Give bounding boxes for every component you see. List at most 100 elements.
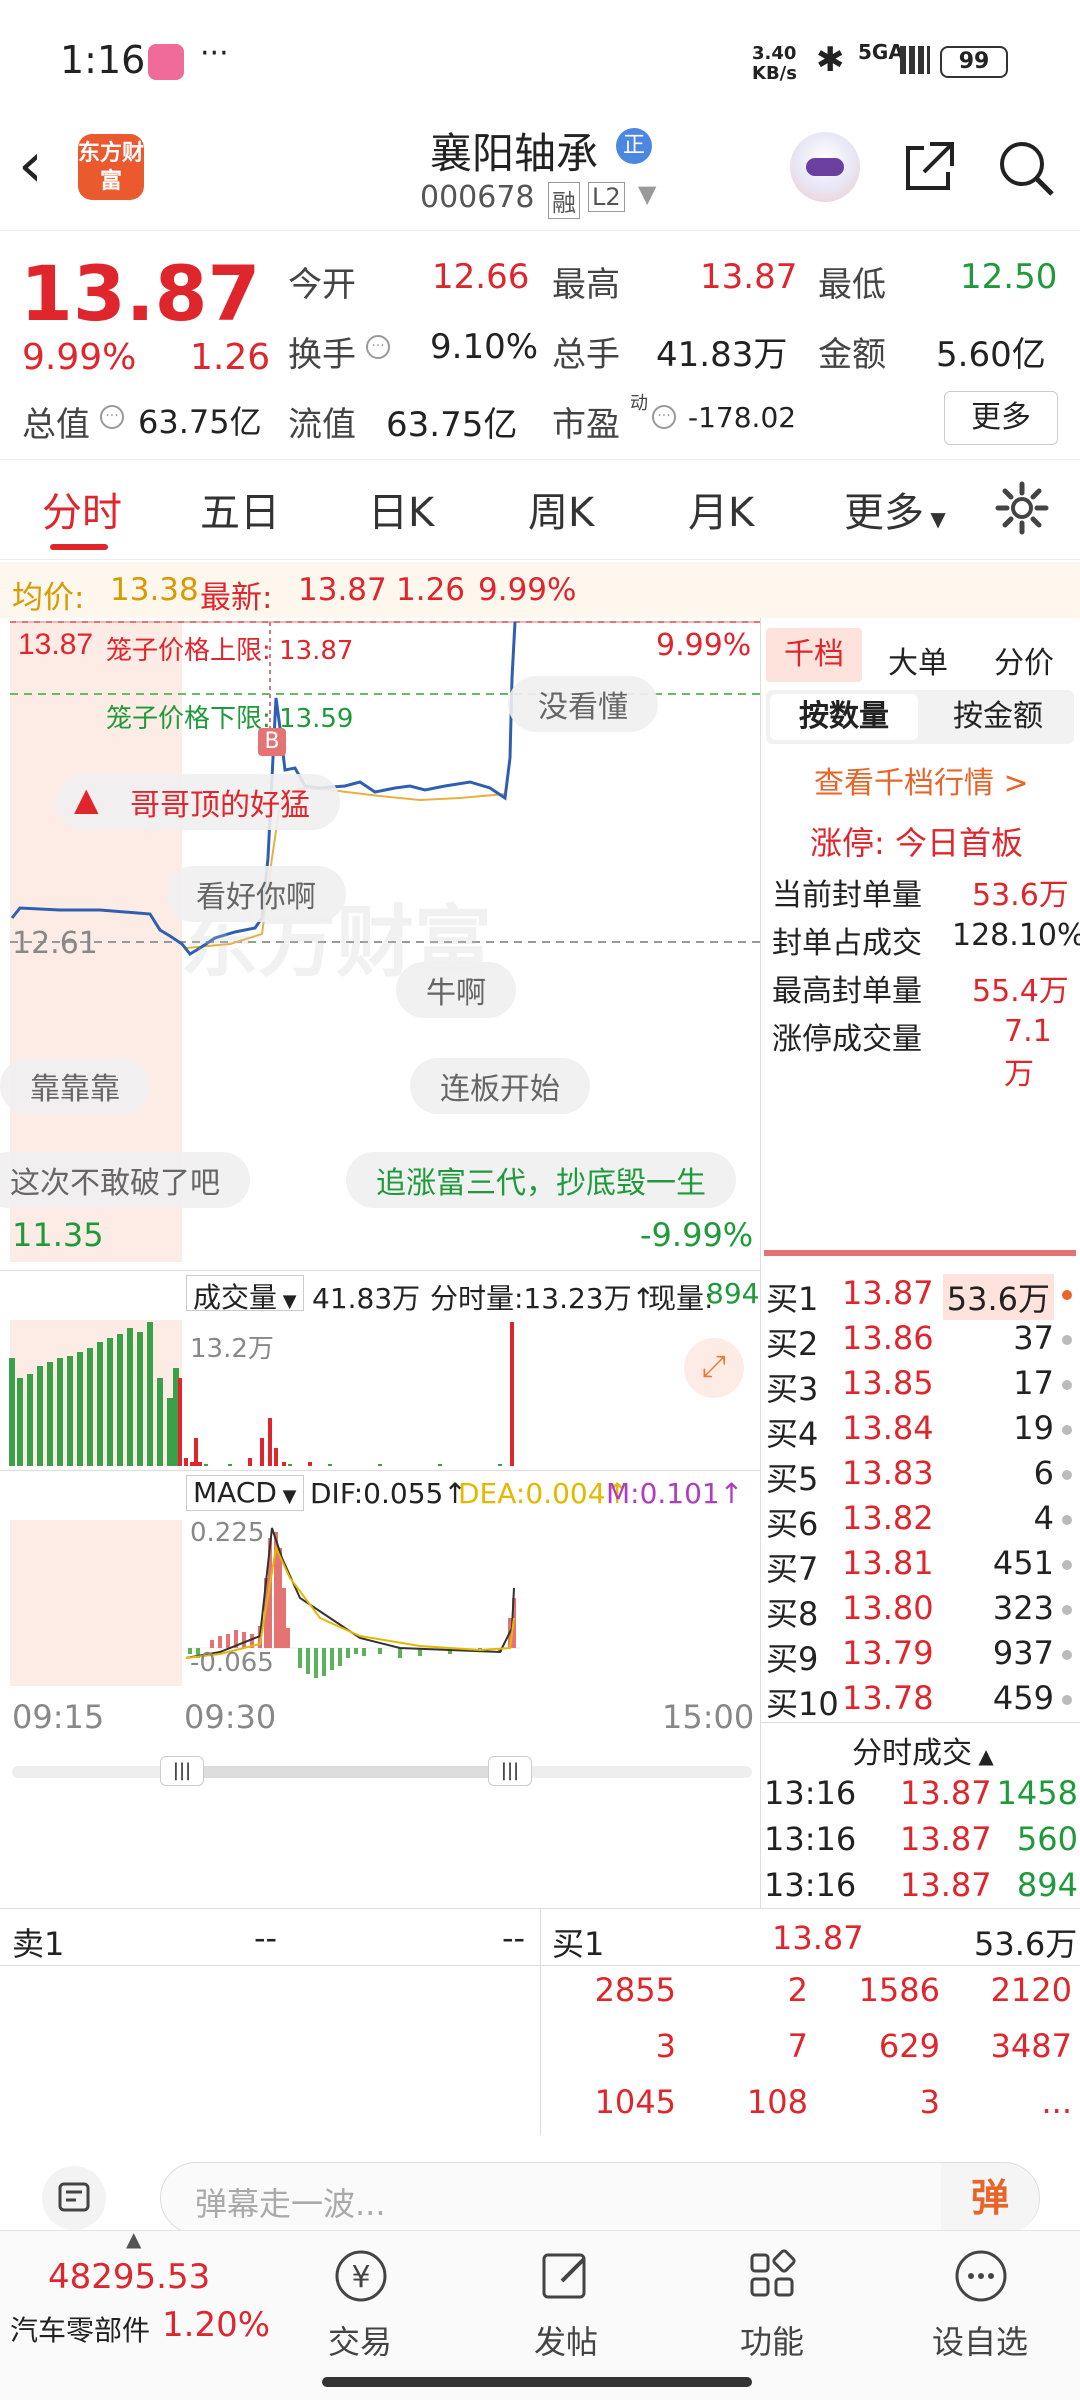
view-levels-link[interactable]: 查看千档行情 >	[814, 758, 1029, 802]
bid-row[interactable]: 买7 13.81 451	[760, 1542, 1080, 1588]
more-notifications-icon: ···	[200, 36, 229, 71]
bid-row[interactable]: 买1 13.87 53.6万	[760, 1272, 1080, 1320]
chat-dots-icon	[955, 2250, 1007, 2302]
info-icon[interactable]: ···	[652, 405, 676, 429]
order-book-panel: 千档 大单 分价 按数量 按金额 查看千档行情 > 涨停: 今日首板 当前封单量…	[760, 618, 1080, 1908]
stock-name[interactable]: 襄阳轴承	[430, 120, 598, 181]
info-icon[interactable]: ···	[100, 405, 124, 429]
nav-functions-label: 功能	[739, 2323, 804, 2361]
danmu-send-button[interactable]: 弹	[941, 2163, 1039, 2235]
bid-row[interactable]: 买5 13.83 6	[760, 1452, 1080, 1498]
search-icon[interactable]	[996, 138, 1056, 198]
bid-list: 买1 13.87 53.6万 买2 13.86 37 买3 13.85 17 买4 13.84 19 买…	[760, 1272, 1080, 1724]
volume-indicator-select[interactable]: 成交量 ▼	[186, 1275, 304, 1314]
bid-price: 13.87	[842, 1274, 934, 1312]
tab-price-distribution[interactable]: 分价	[994, 638, 1054, 682]
intraday-chart-area[interactable]: 13.87 笼子价格上限: 13.87 9.99% 笼子价格下限: 13.59 …	[0, 618, 760, 1908]
danmu-input[interactable]: 弹幕走一波... 弹	[160, 2162, 1040, 2235]
bid-row[interactable]: 买10 13.78 459	[760, 1677, 1080, 1723]
range-slider-left-handle[interactable]: |||	[160, 1756, 204, 1786]
tab-more[interactable]: 更多 ▼	[844, 480, 946, 538]
status-dot	[1062, 1335, 1072, 1345]
bluetooth-icon: ✱	[816, 40, 845, 80]
fire-icon: ▲	[74, 780, 99, 818]
tab-monthly[interactable]: 月K	[688, 480, 754, 538]
ai-assistant-icon[interactable]	[790, 132, 860, 202]
back-icon[interactable]: ‹	[18, 128, 43, 201]
settings-gear-icon[interactable]	[994, 480, 1050, 536]
net-speed: 3.40 KB/s	[752, 43, 797, 84]
bid-row[interactable]: 买4 13.84 19	[760, 1407, 1080, 1453]
float-label: 流值	[288, 405, 356, 445]
order-queue: 2855 2 1586 2120 3 7 629 3487 1045 108 3...	[540, 1971, 1080, 2135]
subtab-by-quantity[interactable]: 按数量	[770, 694, 918, 740]
bid-volume: 451	[992, 1544, 1054, 1582]
tab-daily[interactable]: 日K	[368, 480, 434, 538]
danmu-bubble[interactable]: 追涨富三代，抄底毁一生	[346, 1152, 736, 1208]
nav-trade-label: 交易	[327, 2323, 392, 2361]
bid-level: 买9	[766, 1640, 819, 1678]
nav-trade[interactable]: ¥ 交易	[320, 2241, 400, 2381]
volume-indicator-label: 成交量	[193, 1281, 278, 1314]
danmu-bubble[interactable]: 没看懂	[508, 676, 658, 732]
status-dot	[1062, 1560, 1072, 1570]
expand-icon[interactable]: ⤢	[684, 1338, 744, 1398]
caret-down-icon: ▼	[277, 1291, 297, 1312]
app-logo[interactable]: 东方财富	[78, 134, 144, 200]
bid-level: 买8	[766, 1595, 819, 1633]
bid-row[interactable]: 买6 13.82 4	[760, 1497, 1080, 1543]
nav-add-watchlist[interactable]: 设自选	[920, 2241, 1040, 2381]
queue-cell: 2855	[594, 1971, 676, 2009]
nav-functions[interactable]: 功能	[732, 2241, 812, 2381]
tab-large-orders[interactable]: 大单	[888, 638, 948, 682]
chevron-down-icon[interactable]: ▼	[638, 180, 656, 208]
bid-price: 13.86	[842, 1319, 934, 1357]
buy-marker[interactable]: B	[258, 728, 286, 756]
macd-chart[interactable]	[0, 1518, 760, 1688]
danmu-bubble[interactable]: 这次不敢破了吧	[0, 1152, 250, 1208]
bid-price: 13.80	[842, 1589, 934, 1627]
danmu-text: 哥哥顶的好猛	[130, 788, 310, 823]
danmu-toggle-icon[interactable]	[42, 2166, 106, 2230]
stat-label: 涨停成交量	[772, 1022, 922, 1057]
bid-row[interactable]: 买2 13.86 37	[760, 1317, 1080, 1363]
danmu-bubble[interactable]: 看好你啊	[166, 866, 346, 922]
bid-row[interactable]: 买8 13.80 323	[760, 1587, 1080, 1633]
macd-indicator-select[interactable]: MACD ▼	[186, 1475, 304, 1511]
bid-row[interactable]: 买3 13.85 17	[760, 1362, 1080, 1408]
queue-cell: 1045	[594, 2083, 676, 2121]
more-button[interactable]: 更多	[944, 391, 1058, 445]
bid-price: 13.83	[842, 1454, 934, 1492]
volume-now-value: 894	[706, 1277, 760, 1310]
nav-post[interactable]: 发帖	[526, 2241, 606, 2381]
index-value[interactable]: 48295.53	[48, 2257, 210, 2297]
level2-tag: L2	[588, 182, 625, 212]
stat-label: 封单占成交	[772, 926, 922, 961]
tab-5day[interactable]: 五日	[200, 480, 280, 538]
bid-volume: 53.6万	[942, 1274, 1054, 1320]
danmu-bubble[interactable]: 连板开始	[410, 1058, 590, 1114]
avg-label: 均价:	[12, 580, 85, 616]
tab-thousand-levels[interactable]: 千档	[766, 628, 862, 682]
danmu-bubble[interactable]: 牛啊	[396, 962, 516, 1018]
last-pct: 9.99%	[478, 572, 577, 608]
share-icon[interactable]	[900, 138, 958, 196]
range-slider-right-handle[interactable]: |||	[488, 1756, 532, 1786]
danmu-bubble[interactable]: 靠靠靠	[0, 1058, 150, 1114]
app-notification-icon	[148, 44, 184, 80]
tick-trades-title[interactable]: 分时成交 ▲	[852, 1728, 994, 1772]
bid1-price: 13.87	[772, 1919, 864, 1957]
tab-weekly[interactable]: 周K	[528, 480, 594, 538]
bid-level: 买3	[766, 1370, 819, 1408]
danmu-bubble-highlight[interactable]: ▲ 哥哥顶的好猛	[56, 774, 340, 830]
tab-intraday[interactable]: 分时	[42, 480, 122, 538]
subtab-by-amount[interactable]: 按金额	[926, 694, 1070, 740]
bid-row[interactable]: 买9 13.79 937	[760, 1632, 1080, 1678]
battery-level: 99	[958, 49, 990, 74]
volume-value: 41.83万	[656, 335, 788, 375]
volume-chart[interactable]	[0, 1318, 760, 1468]
ask1-price: --	[254, 1919, 278, 1957]
bid-price: 13.81	[842, 1544, 934, 1582]
chart-bottom-pct: -9.99%	[640, 1216, 754, 1254]
info-icon[interactable]: ···	[366, 335, 390, 359]
